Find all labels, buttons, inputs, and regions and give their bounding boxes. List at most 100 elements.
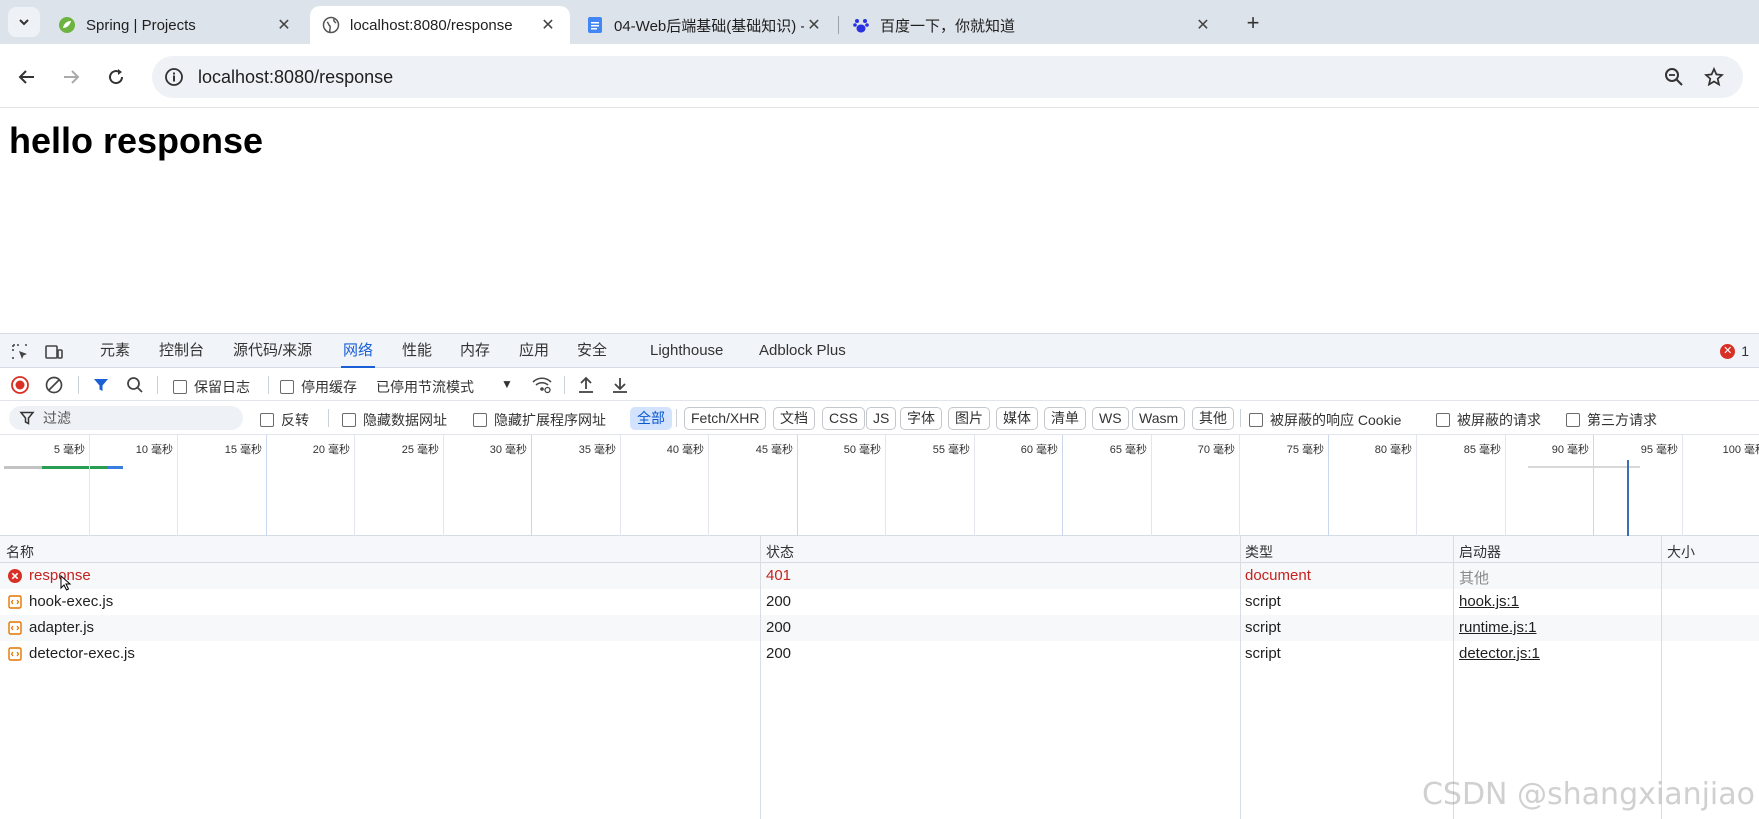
checkbox-box[interactable] <box>280 380 294 394</box>
type-filter-img[interactable]: 图片 <box>948 407 990 430</box>
close-icon[interactable]: ✕ <box>274 15 294 35</box>
request-initiator-link[interactable]: runtime.js:1 <box>1459 619 1537 636</box>
timeline-gridline <box>177 435 178 536</box>
close-icon[interactable]: ✕ <box>804 15 824 35</box>
browser-tab-spring[interactable]: Spring | Projects ✕ <box>46 6 306 44</box>
browser-tab-doc[interactable]: 04-Web后端基础(基础知识) - ✕ <box>574 6 836 44</box>
checkbox-box[interactable] <box>342 413 356 427</box>
checkbox-label: 第三方请求 <box>1587 412 1657 428</box>
checkbox-box[interactable] <box>1249 413 1263 427</box>
tab-search-button[interactable] <box>8 7 40 37</box>
request-initiator-link[interactable]: hook.js:1 <box>1459 593 1519 610</box>
checkbox-box[interactable] <box>173 380 187 394</box>
throttling-select[interactable]: 已停用节流模式 <box>376 377 474 397</box>
blocked-requests-checkbox[interactable]: 被屏蔽的请求 <box>1436 410 1541 430</box>
tab-application[interactable]: 应用 <box>517 334 551 368</box>
checkbox-box[interactable] <box>473 413 487 427</box>
disable-cache-checkbox[interactable]: 停用缓存 <box>280 377 357 397</box>
site-info-icon[interactable] <box>164 67 184 87</box>
column-header-name[interactable]: 名称 <box>6 542 34 562</box>
checkbox-box[interactable] <box>1566 413 1580 427</box>
column-header-status[interactable]: 状态 <box>766 542 794 562</box>
filter-input[interactable]: 过滤 <box>9 406 243 430</box>
tab-memory[interactable]: 内存 <box>458 334 492 368</box>
type-filter-other[interactable]: 其他 <box>1192 407 1234 430</box>
record-button[interactable] <box>10 375 30 395</box>
type-filter-js[interactable]: JS <box>866 407 897 430</box>
timeline-tick-label: 15 毫秒 <box>224 444 262 456</box>
reload-button[interactable] <box>104 65 128 89</box>
caret-down-icon[interactable]: ▼ <box>501 377 513 391</box>
third-party-checkbox[interactable]: 第三方请求 <box>1566 410 1657 430</box>
type-filter-all[interactable]: 全部 <box>630 407 672 430</box>
checkbox-box[interactable] <box>1436 413 1450 427</box>
forward-button[interactable] <box>59 65 83 89</box>
error-counter[interactable]: ✕ 1 <box>1720 343 1749 359</box>
column-header-initiator[interactable]: 启动器 <box>1459 542 1501 562</box>
column-divider[interactable] <box>1240 536 1241 819</box>
type-filter-media[interactable]: 媒体 <box>996 407 1038 430</box>
export-har-button[interactable] <box>610 375 630 395</box>
request-initiator-link[interactable]: detector.js:1 <box>1459 645 1540 662</box>
tab-security[interactable]: 安全 <box>575 334 609 368</box>
import-har-button[interactable] <box>576 375 596 395</box>
column-divider[interactable] <box>760 536 761 819</box>
hide-extension-urls-checkbox[interactable]: 隐藏扩展程序网址 <box>473 410 606 430</box>
close-icon[interactable]: ✕ <box>1193 15 1213 35</box>
tab-network[interactable]: 网络 <box>341 334 376 368</box>
type-filter-manifest[interactable]: 清单 <box>1044 407 1086 430</box>
table-row[interactable]: detector-exec.js 200 script detector.js:… <box>0 641 1759 667</box>
column-header-type[interactable]: 类型 <box>1245 542 1273 562</box>
inspect-element-icon[interactable] <box>10 342 30 362</box>
clear-button[interactable] <box>44 375 64 395</box>
timeline-gridline <box>266 435 267 536</box>
bookmark-star-icon[interactable] <box>1703 66 1725 88</box>
tab-elements[interactable]: 元素 <box>98 334 132 368</box>
search-icon <box>127 377 143 393</box>
request-name[interactable]: detector-exec.js <box>29 645 135 662</box>
checkbox-box[interactable] <box>260 413 274 427</box>
search-button[interactable] <box>125 375 145 395</box>
back-button[interactable] <box>15 65 39 89</box>
tab-adblock-plus[interactable]: Adblock Plus <box>757 334 848 368</box>
address-bar[interactable]: localhost:8080/response <box>152 56 1743 98</box>
table-row[interactable]: response 401 document 其他 <box>0 563 1759 591</box>
type-filter-wasm[interactable]: Wasm <box>1132 407 1186 430</box>
tab-performance[interactable]: 性能 <box>400 334 434 368</box>
invert-checkbox[interactable]: 反转 <box>260 410 309 430</box>
table-row[interactable]: hook-exec.js 200 script hook.js:1 <box>0 589 1759 615</box>
network-overview-timeline[interactable]: 5 毫秒 10 毫秒 15 毫秒 20 毫秒 25 毫秒 30 毫秒 35 毫秒 40 毫秒 4… <box>0 435 1759 536</box>
timeline-gridline <box>974 435 975 536</box>
type-filter-ws[interactable]: WS <box>1092 407 1129 430</box>
tab-console[interactable]: 控制台 <box>157 334 206 368</box>
tab-lighthouse[interactable]: Lighthouse <box>648 334 725 368</box>
request-name[interactable]: hook-exec.js <box>29 593 113 610</box>
url-text[interactable]: localhost:8080/response <box>198 67 1663 88</box>
zoom-icon[interactable] <box>1663 66 1685 88</box>
toolbar-separator <box>1240 409 1241 427</box>
network-toolbar: 保留日志 停用缓存 已停用节流模式 ▼ <box>0 368 1759 401</box>
timeline-tick-label: 25 毫秒 <box>401 444 439 456</box>
request-name[interactable]: adapter.js <box>29 619 94 636</box>
browser-tab-baidu[interactable]: 百度一下，你就知道 ✕ <box>840 6 1225 44</box>
type-filter-font[interactable]: 字体 <box>900 407 942 430</box>
device-toolbar-icon[interactable] <box>44 342 64 362</box>
checkbox-label: 保留日志 <box>194 379 250 395</box>
preserve-log-checkbox[interactable]: 保留日志 <box>173 377 250 397</box>
network-conditions-button[interactable] <box>532 375 552 395</box>
close-icon[interactable]: ✕ <box>538 15 558 35</box>
filter-toggle-button[interactable] <box>91 375 111 395</box>
type-filter-css[interactable]: CSS <box>822 407 865 430</box>
column-header-size[interactable]: 大小 <box>1667 542 1695 562</box>
table-row[interactable]: adapter.js 200 script runtime.js:1 <box>0 615 1759 641</box>
tab-sources[interactable]: 源代码/来源 <box>231 334 314 368</box>
type-filter-fetch-xhr[interactable]: Fetch/XHR <box>684 407 767 430</box>
browser-tab-localhost[interactable]: localhost:8080/response ✕ <box>310 6 570 44</box>
timeline-tick-label: 45 毫秒 <box>755 444 793 456</box>
blocked-cookies-checkbox[interactable]: 被屏蔽的响应 Cookie <box>1249 410 1401 430</box>
request-type: script <box>1245 619 1281 636</box>
hide-data-urls-checkbox[interactable]: 隐藏数据网址 <box>342 410 447 430</box>
timeline-tick-label: 30 毫秒 <box>489 444 527 456</box>
new-tab-button[interactable]: + <box>1240 10 1266 36</box>
type-filter-doc[interactable]: 文档 <box>773 407 815 430</box>
